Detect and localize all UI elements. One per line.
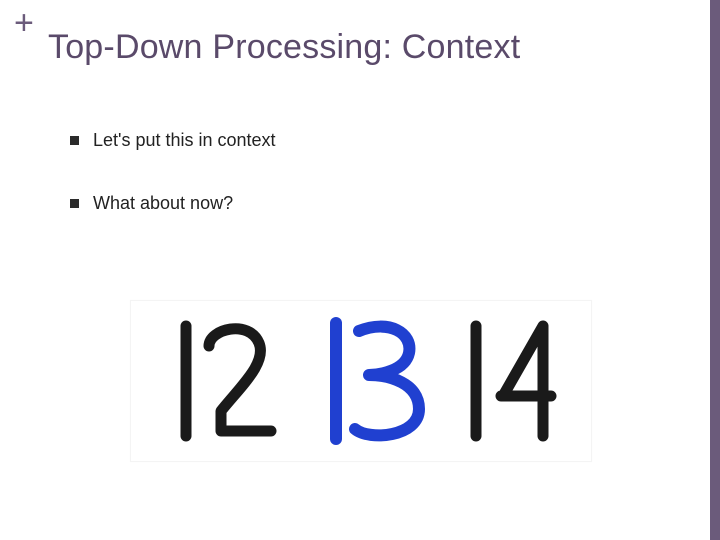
bullet-icon <box>70 199 79 208</box>
slide-title: Top-Down Processing: Context <box>48 28 520 67</box>
bullet-list: Let's put this in context What about now… <box>70 130 276 256</box>
bullet-label: Let's put this in context <box>93 130 276 151</box>
bullet-label: What about now? <box>93 193 233 214</box>
bullet-icon <box>70 136 79 145</box>
list-item: What about now? <box>70 193 276 214</box>
context-numbers-figure <box>130 300 592 462</box>
slide-accent-bar <box>710 0 720 540</box>
glyph-4-of-14 <box>501 326 551 436</box>
list-item: Let's put this in context <box>70 130 276 151</box>
glyph-3-of-13 <box>355 327 419 436</box>
glyph-2-of-12 <box>209 329 271 431</box>
plus-icon: + <box>14 6 34 40</box>
